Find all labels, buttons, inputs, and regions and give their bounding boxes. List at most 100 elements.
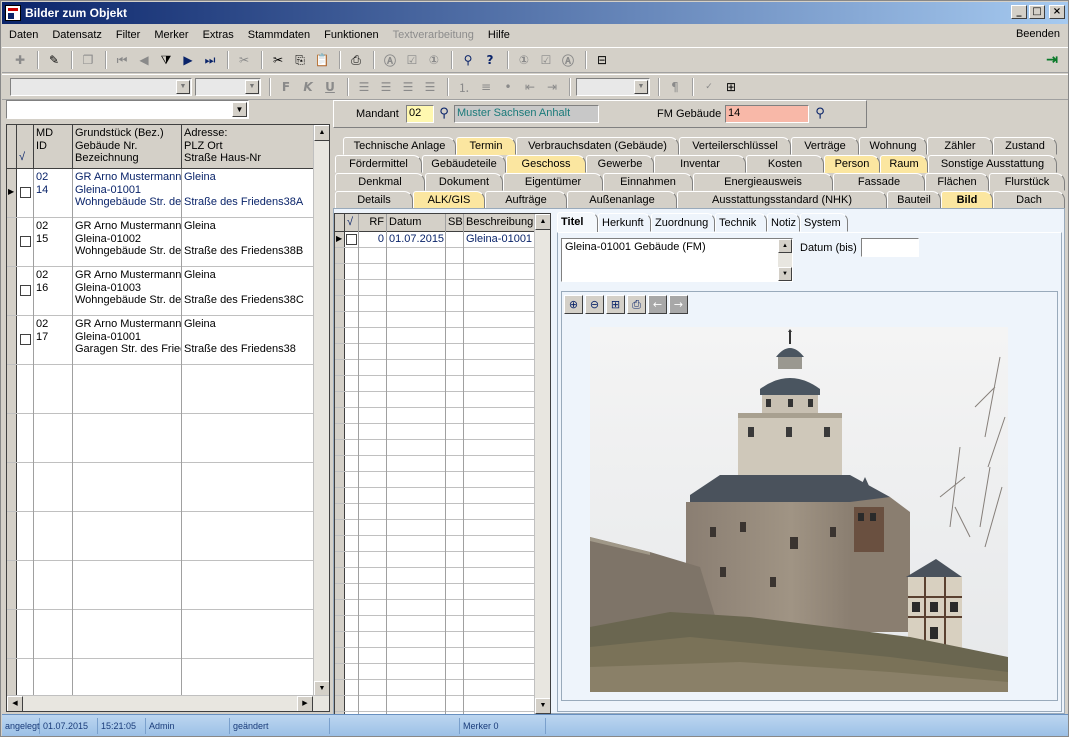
menu-funktionen[interactable]: Funktionen	[317, 29, 385, 41]
tab-auftraege[interactable]: Aufträge	[485, 191, 567, 209]
col-rf[interactable]: RF	[359, 214, 387, 232]
row-checkbox[interactable]	[20, 187, 31, 198]
tab-wohnung[interactable]: Wohnung	[859, 137, 927, 155]
col-adresse[interactable]: Adresse: PLZ Ort Straße Haus-Nr	[182, 125, 315, 169]
tab-inventar[interactable]: Inventar	[654, 155, 746, 173]
list-icon[interactable]: ≡	[476, 77, 496, 97]
bullet-list-icon[interactable]: •	[498, 77, 518, 97]
chevron-down-icon[interactable]: ▼	[232, 102, 247, 117]
object-grid-hscroll[interactable]: ◀ ▶	[7, 695, 329, 711]
cut-icon[interactable]: ✂	[234, 50, 254, 70]
record-marker-icon[interactable]: ⊟	[592, 50, 612, 70]
scroll-down-icon[interactable]: ▼	[778, 267, 792, 281]
tab-gewerbe[interactable]: Gewerbe	[586, 155, 654, 173]
subtab-herkunft[interactable]: Herkunft	[598, 213, 651, 232]
one-icon[interactable]: ①	[424, 50, 444, 70]
font-family-combo[interactable]: ▼	[10, 78, 192, 96]
subtab-titel[interactable]: Titel	[557, 212, 598, 233]
title-bar[interactable]: Bilder zum Objekt _ □ ×	[2, 2, 1068, 24]
zoom-in-icon[interactable]: ⊕	[564, 295, 583, 314]
copy-record-icon[interactable]: ❐	[78, 50, 98, 70]
page-setup-icon[interactable]: ⊞	[721, 77, 741, 97]
tab-eigentuemer[interactable]: Eigentümer	[503, 173, 603, 191]
edit-pencil-icon[interactable]: ✎	[44, 50, 64, 70]
indent-icon[interactable]: ⇥	[542, 77, 562, 97]
col-check[interactable]: √	[345, 214, 359, 232]
image-list-vscroll[interactable]: ▲ ▼	[534, 214, 550, 714]
menu-filter[interactable]: Filter	[109, 29, 147, 41]
table-row[interactable]: ▶ 0 01.07.2015 Gleina-01001	[335, 232, 535, 248]
spellcheck-icon[interactable]: ✓	[699, 77, 719, 97]
table-row[interactable]: 02 16 GR Arno Mustermann Gleina-01003 Wohng…	[7, 267, 315, 316]
menu-beenden[interactable]: Beenden	[1016, 28, 1060, 40]
next-record-icon[interactable]: ▶	[178, 50, 198, 70]
new-record-icon[interactable]: ✚	[10, 50, 30, 70]
menu-merker[interactable]: Merker	[147, 29, 195, 41]
style-combo[interactable]: ▼	[576, 78, 650, 96]
fm-gebaeude-field[interactable]: 14	[725, 105, 809, 123]
menu-hilfe[interactable]: Hilfe	[481, 29, 517, 41]
scroll-right-icon[interactable]: ▶	[297, 696, 313, 711]
menu-daten[interactable]: Daten	[2, 29, 45, 41]
exit-door-icon[interactable]: ⇥	[1046, 51, 1058, 68]
zoom-out-icon[interactable]: ⊖	[585, 295, 604, 314]
tab-details[interactable]: Details	[335, 191, 413, 209]
maximize-button[interactable]: □	[1029, 5, 1045, 19]
menu-stammdaten[interactable]: Stammdaten	[241, 29, 317, 41]
cut-active-icon[interactable]: ✂	[268, 50, 288, 70]
tab-technische-anlage[interactable]: Technische Anlage	[343, 137, 456, 155]
subtab-technik[interactable]: Technik	[715, 213, 767, 232]
one-gray-icon[interactable]: ①	[514, 50, 534, 70]
italic-icon[interactable]: K	[298, 77, 318, 97]
col-datum[interactable]: Datum	[387, 214, 446, 232]
col-beschreibung[interactable]: Beschreibung	[464, 214, 535, 232]
col-sb[interactable]: SB	[446, 214, 464, 232]
tab-geschoss[interactable]: Geschoss	[506, 155, 586, 173]
paste-icon[interactable]: 📋	[312, 50, 332, 70]
tab-flurstueck[interactable]: Flurstück	[989, 173, 1065, 191]
close-button[interactable]: ×	[1049, 5, 1065, 19]
help-icon[interactable]: ?	[480, 50, 500, 70]
tab-einnahmen[interactable]: Einnahmen	[603, 173, 693, 191]
minimize-button[interactable]: _	[1011, 5, 1027, 19]
tab-zustand[interactable]: Zustand	[993, 137, 1057, 155]
subtab-notiz[interactable]: Notiz	[767, 213, 800, 232]
col-grundstueck[interactable]: Grundstück (Bez.) Gebäude Nr. Bezeichnun…	[73, 125, 182, 169]
tab-fassade[interactable]: Fassade	[833, 173, 925, 191]
fit-to-window-icon[interactable]: ⊞	[606, 295, 625, 314]
row-checkbox[interactable]	[20, 236, 31, 247]
subtab-system[interactable]: System	[800, 213, 848, 232]
next-image-icon[interactable]: →	[669, 295, 688, 314]
first-record-icon[interactable]: ⏮	[112, 50, 132, 70]
previous-record-icon[interactable]: ◀	[134, 50, 154, 70]
tab-termin[interactable]: Termin	[456, 137, 516, 155]
tab-bauteil[interactable]: Bauteil	[887, 191, 941, 209]
col-check[interactable]: √	[17, 125, 34, 169]
tab-raum[interactable]: Raum	[880, 155, 928, 173]
datum-bis-field[interactable]	[861, 238, 919, 257]
scroll-up-icon[interactable]: ▲	[535, 214, 550, 230]
scroll-up-icon[interactable]: ▲	[314, 125, 329, 141]
last-record-icon[interactable]: ⏭	[200, 50, 220, 70]
check-icon[interactable]: ☑	[402, 50, 422, 70]
scroll-up-icon[interactable]: ▲	[778, 239, 792, 253]
print-image-icon[interactable]: ⎙	[627, 295, 646, 314]
title-textarea[interactable]: Gleina-01001 Gebäude (FM) ▲ ▼	[561, 238, 793, 282]
numbered-list-icon[interactable]: ⒈	[454, 77, 474, 97]
tab-vertraege[interactable]: Verträge	[791, 137, 859, 155]
bold-icon[interactable]: F	[276, 77, 296, 97]
menu-datensatz[interactable]: Datensatz	[45, 29, 109, 41]
table-row[interactable]: 02 15 GR Arno Mustermann Gleina-01002 Wohng…	[7, 218, 315, 267]
filter-icon[interactable]: ⧩	[156, 50, 176, 70]
tab-person[interactable]: Person	[824, 155, 880, 173]
object-grid-vscroll[interactable]: ▲ ▼	[313, 125, 329, 697]
underline-icon[interactable]: U	[320, 77, 340, 97]
tab-dach[interactable]: Dach	[993, 191, 1065, 209]
copy-icon[interactable]: ⎘	[290, 50, 310, 70]
tab-sonstige-ausstattung[interactable]: Sonstige Ausstattung	[928, 155, 1057, 173]
row-checkbox[interactable]	[346, 234, 357, 245]
font-size-combo[interactable]: ▼	[195, 78, 261, 96]
tab-dokument[interactable]: Dokument	[425, 173, 503, 191]
mandant-search-icon[interactable]: ⚲	[435, 105, 453, 123]
table-row[interactable]: ▶ 02 14 GR Arno Mustermann Gleina-01001 Woh…	[7, 169, 315, 218]
